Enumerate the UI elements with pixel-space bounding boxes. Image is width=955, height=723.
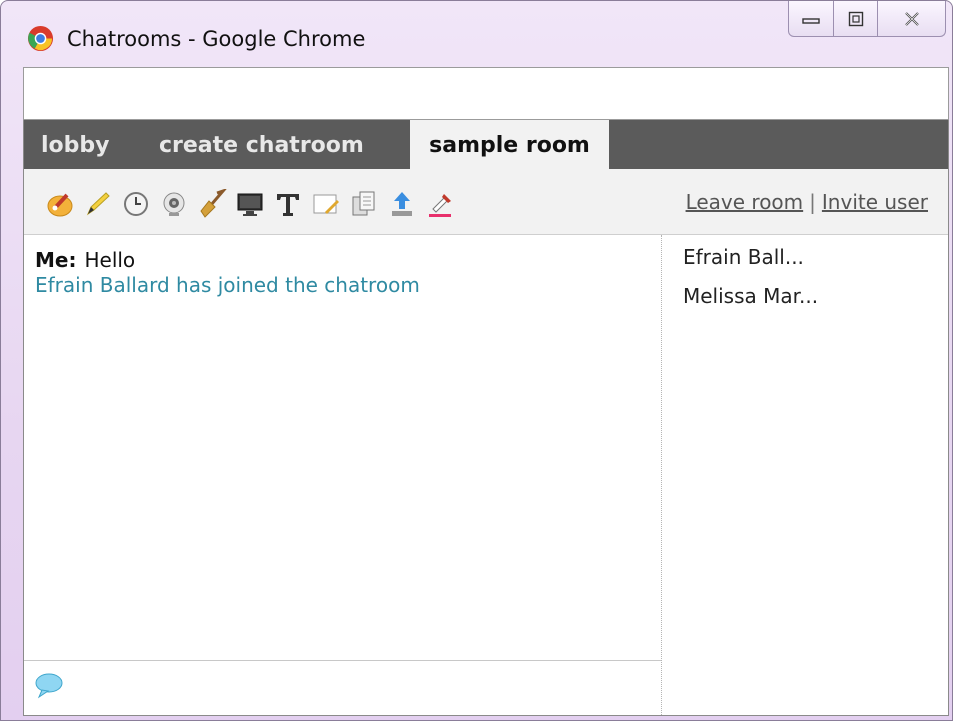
page-content: lobby create chatroom sample room Leave … bbox=[23, 120, 949, 716]
broom-button[interactable] bbox=[195, 187, 229, 221]
message-log: Me: Hello Efrain Ballard has joined the c… bbox=[24, 235, 661, 660]
window-controls bbox=[788, 1, 946, 37]
chat-toolbar: Leave room | Invite user bbox=[24, 169, 948, 235]
system-message: Efrain Ballard has joined the chatroom bbox=[35, 273, 420, 297]
copy-icon bbox=[352, 191, 375, 216]
upload-icon bbox=[392, 192, 412, 216]
browser-window: Chatrooms - Google Chrome lobby create c… bbox=[0, 0, 953, 721]
tab-create-chatroom[interactable]: create chatroom bbox=[159, 120, 364, 169]
text-icon bbox=[277, 194, 299, 216]
color-picker-button[interactable] bbox=[423, 187, 457, 221]
room-tabs: lobby create chatroom sample room bbox=[24, 120, 948, 169]
paint-palette-icon bbox=[47, 193, 73, 217]
chrome-icon bbox=[27, 25, 54, 52]
maximize-button[interactable] bbox=[834, 1, 878, 37]
maximize-icon bbox=[848, 11, 863, 26]
close-button[interactable] bbox=[878, 1, 946, 37]
broom-icon bbox=[200, 189, 227, 218]
minimize-button[interactable] bbox=[788, 1, 834, 37]
webcam-icon bbox=[163, 192, 185, 216]
user-list-item[interactable]: Melissa Mar... bbox=[683, 284, 818, 308]
text-button[interactable] bbox=[271, 187, 305, 221]
paint-palette-button[interactable] bbox=[43, 187, 77, 221]
message-text: Hello bbox=[84, 248, 136, 272]
pencil-button[interactable] bbox=[81, 187, 115, 221]
window-title: Chatrooms - Google Chrome bbox=[67, 27, 366, 51]
chat-message: Me: Hello bbox=[35, 248, 135, 272]
color-picker-icon bbox=[429, 194, 451, 217]
notepad-button[interactable] bbox=[309, 187, 343, 221]
invite-user-link[interactable]: Invite user bbox=[822, 190, 928, 214]
tab-sample-room[interactable]: sample room bbox=[410, 120, 609, 169]
message-input[interactable] bbox=[24, 660, 661, 715]
leave-room-link[interactable]: Leave room bbox=[686, 190, 804, 214]
message-sender: Me: bbox=[35, 248, 77, 272]
speech-bubble-icon bbox=[35, 673, 63, 699]
clock-button[interactable] bbox=[119, 187, 153, 221]
copy-button[interactable] bbox=[347, 187, 381, 221]
link-separator: | bbox=[809, 190, 816, 214]
title-bar: Chatrooms - Google Chrome bbox=[1, 1, 952, 67]
user-list: Efrain Ball... Melissa Mar... bbox=[662, 235, 948, 715]
user-list-item[interactable]: Efrain Ball... bbox=[683, 245, 804, 269]
address-bar[interactable] bbox=[23, 67, 949, 120]
monitor-icon bbox=[237, 193, 263, 216]
notepad-icon bbox=[313, 194, 339, 214]
webcam-button[interactable] bbox=[157, 187, 191, 221]
tool-buttons bbox=[43, 187, 461, 221]
monitor-button[interactable] bbox=[233, 187, 267, 221]
upload-button[interactable] bbox=[385, 187, 419, 221]
tab-lobby[interactable]: lobby bbox=[41, 120, 110, 169]
minimize-icon bbox=[802, 17, 820, 24]
room-links: Leave room | Invite user bbox=[686, 190, 928, 214]
clock-icon bbox=[124, 192, 148, 216]
pencil-icon bbox=[86, 192, 110, 216]
close-icon bbox=[904, 11, 919, 26]
